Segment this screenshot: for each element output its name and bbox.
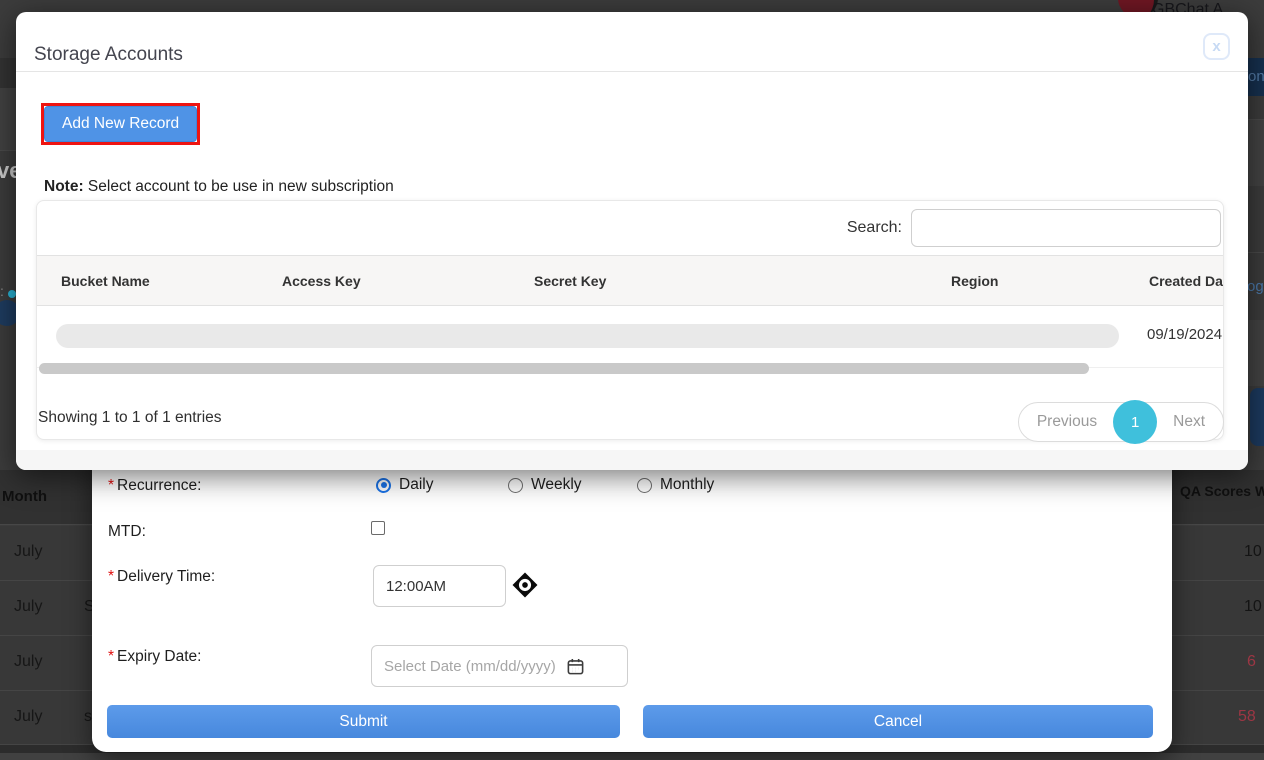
radio-daily-label: Daily [399,476,433,494]
required-asterisk: * [108,568,114,585]
required-asterisk: * [108,477,114,494]
bg-divider [1248,119,1264,120]
pagination-previous[interactable]: Previous [1019,413,1115,431]
table-row: 10 [1172,581,1264,636]
table-row[interactable]: 09/19/2024 [37,306,1223,368]
search-label: Search: [847,219,902,237]
table-row: July [0,526,92,581]
recurrence-label: *Recurrence: [108,477,201,495]
search-row: Search: [37,201,1223,255]
radio-daily[interactable]: Daily [376,476,433,494]
cancel-button[interactable]: Cancel [643,705,1153,738]
showing-entries-text: Showing 1 to 1 of 1 entries [38,409,222,427]
horizontal-scrollbar[interactable] [39,363,1089,374]
column-header-region[interactable]: Region [927,256,1125,305]
delivery-time-input[interactable]: 12:00AM [373,565,506,607]
modal-title: Storage Accounts [34,44,183,66]
table-row: July S [0,581,92,636]
redacted-account-data [56,324,1119,348]
radio-weekly[interactable]: Weekly [508,476,582,494]
bg-band [0,88,16,150]
pagination-next[interactable]: Next [1155,413,1223,431]
column-header-bucket-name[interactable]: Bucket Name [37,256,258,305]
radio-monthly-control[interactable] [637,478,652,493]
add-new-record-button[interactable]: Add New Record [44,106,197,142]
note-label: Note: [44,178,84,195]
delivery-time-value: 12:00AM [386,578,446,595]
submit-button[interactable]: Submit [107,705,620,738]
radio-weekly-control[interactable] [508,478,523,493]
close-icon[interactable]: x [1203,33,1230,60]
bg-band [0,58,16,88]
bg-button-fragment: on [1248,58,1264,96]
modal-header: Storage Accounts x [16,12,1248,72]
pagination-page-1[interactable]: 1 [1113,400,1157,444]
subscription-form-modal: *Recurrence: Daily Weekly Monthly MTD: *… [92,440,1172,752]
expiry-date-label: *Expiry Date: [108,648,201,666]
radio-monthly[interactable]: Monthly [637,476,714,494]
bg-text-fragment: : [0,283,4,299]
delivery-time-label: *Delivery Time: [108,568,215,586]
created-date-cell: 09/19/2024 [1147,326,1222,343]
table-row: July s [0,691,92,745]
storage-accounts-modal: Storage Accounts x Add New Record Note: … [16,12,1248,470]
bg-band [1248,320,1264,386]
bg-divider [1248,252,1264,253]
note-text: Note: Select account to be use in new su… [44,178,394,196]
mtd-checkbox[interactable] [371,521,385,535]
column-header-secret-key[interactable]: Secret Key [510,256,927,305]
calendar-icon[interactable] [566,657,585,676]
bg-divider [0,150,16,151]
bg-dot-fragment [8,290,16,298]
time-picker-icon[interactable] [512,572,538,598]
pagination: Previous 1 Next [1018,402,1224,442]
bg-button-fragment [1250,388,1264,446]
radio-weekly-label: Weekly [531,476,582,494]
mtd-label: MTD: [108,523,146,541]
required-asterisk: * [108,648,114,665]
bg-strip [0,753,1264,760]
add-new-record-highlight: Add New Record [41,103,200,145]
column-header-created-date[interactable]: Created Date [1125,256,1224,305]
modal-footer [16,450,1248,470]
screen: GBChat A ve on og : Month July July S Ju… [0,0,1264,760]
expiry-date-input[interactable]: Select Date (mm/dd/yyyy) [371,645,628,687]
bg-table-header-month: Month [0,470,92,525]
radio-monthly-label: Monthly [660,476,714,494]
table-row: 58 [1172,691,1264,745]
radio-daily-control[interactable] [376,478,391,493]
bg-band [1248,120,1264,186]
expiry-date-placeholder: Select Date (mm/dd/yyyy) [384,658,556,675]
bg-link-fragment: og [1247,278,1264,295]
column-header-access-key[interactable]: Access Key [258,256,510,305]
table-row: 6 [1172,636,1264,691]
search-input[interactable] [911,209,1221,247]
table-row: 10 [1172,526,1264,581]
bg-table-header-qa: QA Scores W [1172,470,1264,525]
table-header-row: Bucket Name Access Key Secret Key Region… [37,255,1224,306]
table-row: July [0,636,92,691]
